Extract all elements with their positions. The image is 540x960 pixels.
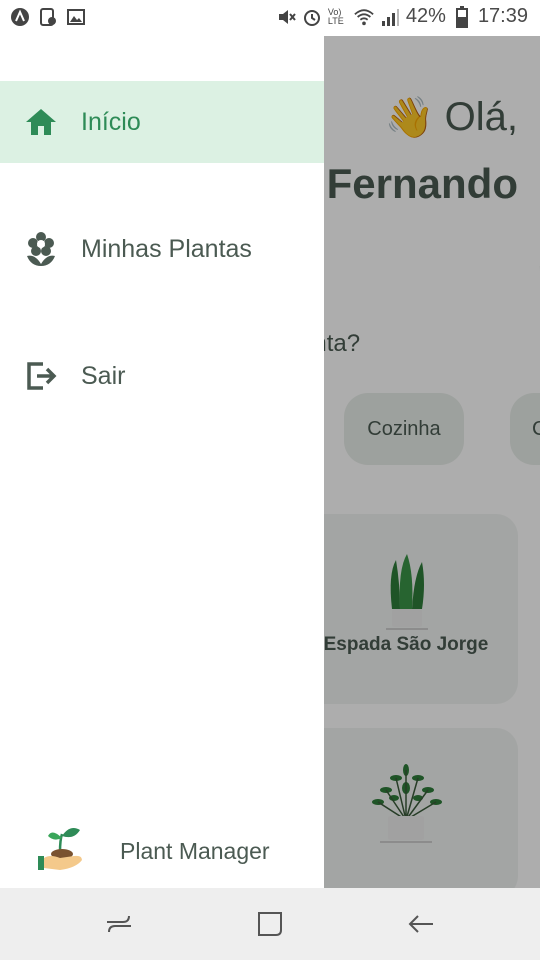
plant-hand-logo [38, 828, 82, 870]
battery-icon [452, 5, 472, 28]
home-icon [24, 105, 58, 139]
app-notification-icon [10, 7, 30, 27]
logout-icon [24, 359, 58, 393]
drawer-item-minhas-plantas[interactable]: Minhas Plantas [0, 208, 324, 290]
clock: 17:39 [477, 5, 528, 27]
screenshot-icon [38, 7, 58, 27]
drawer-item-label: Minhas Plantas [81, 234, 252, 263]
drawer-item-label: Sair [81, 361, 126, 390]
drawer-item-label: Início [81, 107, 141, 136]
flower-icon [24, 232, 58, 266]
volte-label: Vo) LTE [327, 6, 344, 26]
drawer-item-sair[interactable]: Sair [0, 335, 324, 417]
battery-percent: 42% [405, 5, 446, 27]
home-square-icon[interactable] [254, 908, 286, 940]
recents-icon[interactable] [103, 908, 135, 940]
wifi-icon [354, 7, 374, 27]
signal-icon [380, 7, 400, 27]
mute-icon [276, 7, 296, 27]
image-icon [66, 7, 86, 27]
drawer-footer: Plant Manager [0, 814, 324, 884]
alarm-icon [302, 7, 322, 27]
status-bar: Vo) LTE 42% 17:39 [0, 0, 540, 36]
drawer-item-inicio[interactable]: Início [0, 81, 324, 163]
back-icon[interactable] [405, 908, 437, 940]
system-navigation-bar [0, 888, 540, 960]
navigation-drawer: Início Minhas Plantas Sair Plant Manager [0, 36, 324, 888]
app-name-label: Plant Manager [120, 838, 270, 864]
